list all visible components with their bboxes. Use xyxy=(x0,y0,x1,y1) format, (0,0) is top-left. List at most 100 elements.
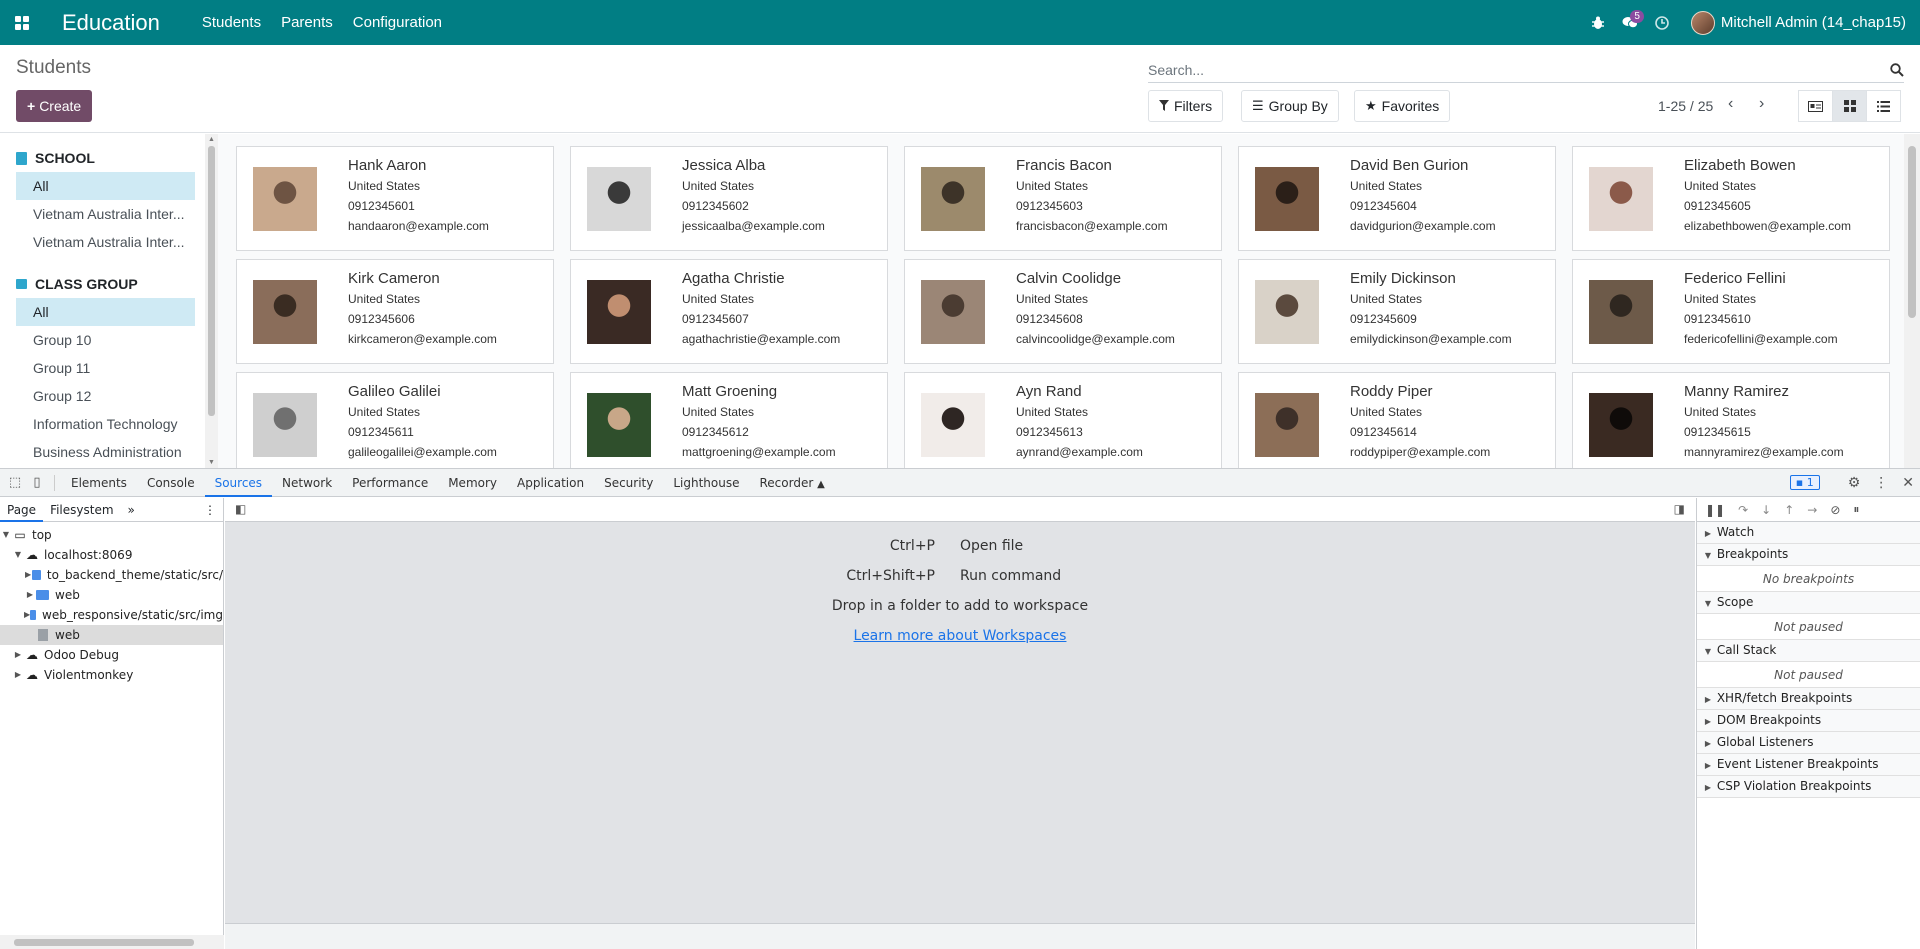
scope-header[interactable]: ▼ Scope xyxy=(1697,592,1920,613)
tab-console[interactable]: Console xyxy=(137,469,205,497)
navigator-hscrollbar[interactable] xyxy=(0,935,224,949)
class-item-information-technology[interactable]: Information Technology xyxy=(16,410,195,438)
dom-breakpoints-header[interactable]: ▶ DOM Breakpoints xyxy=(1697,710,1920,731)
tab-performance[interactable]: Performance xyxy=(342,469,438,497)
tab-elements[interactable]: Elements xyxy=(61,469,137,497)
pager-value[interactable]: 1-25 / 25 xyxy=(1658,98,1713,114)
pause-icon[interactable]: ❚❚ xyxy=(1705,503,1725,517)
student-card[interactable]: Francis Bacon United States 0912345603 fran… xyxy=(904,146,1222,251)
call-stack-header[interactable]: ▼ Call Stack xyxy=(1697,640,1920,661)
tab-recorder[interactable]: Recorder ▲ xyxy=(750,469,835,497)
watch-header[interactable]: ▶ Watch xyxy=(1697,522,1920,543)
tree-node-host[interactable]: ▼ ☁ localhost:8069 xyxy=(0,545,223,565)
tree-node-odoo-debug[interactable]: ▶ ☁ Odoo Debug xyxy=(0,645,223,665)
tree-node-web-responsive[interactable]: ▶ web_responsive/static/src/img xyxy=(0,605,223,625)
global-listeners-header[interactable]: ▶ Global Listeners xyxy=(1697,732,1920,753)
more-options-icon[interactable]: ⋮ xyxy=(1874,475,1888,491)
settings-gear-icon[interactable]: ⚙ xyxy=(1848,475,1861,491)
favorites-button[interactable]: ★ Favorites xyxy=(1354,90,1451,122)
sidebar-scroll-thumb[interactable] xyxy=(208,146,215,416)
student-card[interactable]: Galileo Galilei United States 0912345611 ga… xyxy=(236,372,554,468)
student-card[interactable]: Kirk Cameron United States 0912345606 kirkc… xyxy=(236,259,554,364)
kanban-scrollbar[interactable] xyxy=(1904,134,1920,468)
breakpoints-header[interactable]: ▼ Breakpoints xyxy=(1697,544,1920,565)
kanban-scroll-thumb[interactable] xyxy=(1908,146,1916,318)
tab-security[interactable]: Security xyxy=(594,469,663,497)
event-listener-breakpoints-header[interactable]: ▶ Event Listener Breakpoints xyxy=(1697,754,1920,775)
search-icon[interactable] xyxy=(1890,62,1904,77)
csp-violation-breakpoints-header[interactable]: ▶ CSP Violation Breakpoints xyxy=(1697,776,1920,797)
deactivate-breakpoints-icon[interactable]: ⊘ xyxy=(1830,503,1840,517)
step-icon[interactable]: → xyxy=(1807,503,1817,517)
school-item-all[interactable]: All xyxy=(16,172,195,200)
tab-application[interactable]: Application xyxy=(507,469,594,497)
step-into-icon[interactable]: ↓ xyxy=(1761,503,1771,517)
student-card[interactable]: Jessica Alba United States 0912345602 jessi… xyxy=(570,146,888,251)
activity-clock-icon[interactable] xyxy=(1647,0,1677,45)
student-card[interactable]: Federico Fellini United States 0912345610 f… xyxy=(1572,259,1890,364)
class-item-group-12[interactable]: Group 12 xyxy=(16,382,195,410)
student-card[interactable]: Roddy Piper United States 0912345614 roddyp… xyxy=(1238,372,1556,468)
class-item-all[interactable]: All xyxy=(16,298,195,326)
messages-icon[interactable]: 5 xyxy=(1615,0,1645,45)
school-item-vietnam-1[interactable]: Vietnam Australia Inter... xyxy=(16,200,195,228)
create-button[interactable]: + Create xyxy=(16,90,93,122)
inspect-element-icon[interactable]: ⬚ xyxy=(4,475,26,490)
navigator-menu-icon[interactable]: ⋮ xyxy=(197,498,223,522)
student-card[interactable]: Elizabeth Bowen United States 0912345605 el… xyxy=(1572,146,1890,251)
user-menu[interactable]: Mitchell Admin (14_chap15) xyxy=(1690,10,1906,35)
learn-workspaces-link[interactable]: Learn more about Workspaces xyxy=(225,628,1695,644)
tab-network[interactable]: Network xyxy=(272,469,342,497)
student-card[interactable]: Manny Ramirez United States 0912345615 mann… xyxy=(1572,372,1890,468)
toggle-debugger-icon[interactable]: ◨ xyxy=(1674,502,1685,516)
toggle-navigator-icon[interactable]: ◧ xyxy=(235,502,246,516)
student-card[interactable]: David Ben Gurion United States 0912345604 d… xyxy=(1238,146,1556,251)
debug-bug-icon[interactable] xyxy=(1583,0,1613,45)
class-item-group-10[interactable]: Group 10 xyxy=(16,326,195,354)
tab-page[interactable]: Page xyxy=(0,498,44,522)
class-item-group-11[interactable]: Group 11 xyxy=(16,354,195,382)
student-card[interactable]: Agatha Christie United States 0912345607 ag… xyxy=(570,259,888,364)
issues-badge[interactable]: ▪ 1 xyxy=(1789,475,1820,490)
tab-filesystem[interactable]: Filesystem xyxy=(43,498,120,522)
pager-next-icon[interactable]: › xyxy=(1759,95,1764,113)
class-item-business-administration[interactable]: Business Administration xyxy=(16,438,195,466)
tab-memory[interactable]: Memory xyxy=(438,469,507,497)
student-card[interactable]: Ayn Rand United States 0912345613 aynrand@e… xyxy=(904,372,1222,468)
navigator-hscroll-thumb[interactable] xyxy=(14,939,194,946)
student-card[interactable]: Emily Dickinson United States 0912345609 em… xyxy=(1238,259,1556,364)
list-view-icon[interactable] xyxy=(1866,90,1901,122)
kanban-view-icon[interactable] xyxy=(1832,90,1867,122)
school-item-vietnam-2[interactable]: Vietnam Australia Inter... xyxy=(16,228,195,256)
tree-node-to-backend-theme[interactable]: ▶ to_backend_theme/static/src/ xyxy=(0,565,223,585)
filters-button[interactable]: Filters xyxy=(1148,90,1224,122)
tree-node-violentmonkey[interactable]: ▶ ☁ Violentmonkey xyxy=(0,665,223,685)
student-card[interactable]: Calvin Coolidge United States 0912345608 ca… xyxy=(904,259,1222,364)
student-card[interactable]: Matt Groening United States 0912345612 matt… xyxy=(570,372,888,468)
pause-on-exceptions-icon[interactable]: ⏸ xyxy=(1853,502,1859,517)
close-icon[interactable]: ✕ xyxy=(1902,475,1914,491)
tree-node-top[interactable]: ▼ ▭ top xyxy=(0,525,223,545)
tab-sources[interactable]: Sources xyxy=(204,469,273,497)
scroll-down-arrow-icon[interactable]: ▼ xyxy=(208,459,215,466)
group-by-button[interactable]: ☰ Group By xyxy=(1241,90,1339,122)
pager-previous-icon[interactable]: ‹ xyxy=(1728,95,1733,113)
menu-parents[interactable]: Parents xyxy=(281,14,333,31)
menu-configuration[interactable]: Configuration xyxy=(353,14,442,31)
apps-menu-button[interactable] xyxy=(0,0,44,45)
search-input[interactable] xyxy=(1148,61,1890,78)
tree-node-web-file[interactable]: web xyxy=(0,625,223,645)
contact-card-view-icon[interactable] xyxy=(1798,90,1833,122)
more-tabs-chevron-icon[interactable]: » xyxy=(121,498,142,522)
step-out-icon[interactable]: ↑ xyxy=(1784,503,1794,517)
tab-lighthouse[interactable]: Lighthouse xyxy=(663,469,749,497)
sidebar-scrollbar[interactable]: ▲ ▼ xyxy=(205,134,218,468)
scroll-up-arrow-icon[interactable]: ▲ xyxy=(208,136,215,143)
xhr-breakpoints-header[interactable]: ▶ XHR/fetch Breakpoints xyxy=(1697,688,1920,709)
tree-node-web-folder[interactable]: ▶ web xyxy=(0,585,223,605)
device-toolbar-icon[interactable]: ▯ xyxy=(26,475,48,490)
app-brand[interactable]: Education xyxy=(62,10,160,36)
menu-students[interactable]: Students xyxy=(202,14,261,31)
student-card[interactable]: Hank Aaron United States 0912345601 handaar… xyxy=(236,146,554,251)
step-over-icon[interactable]: ↷ xyxy=(1738,503,1748,517)
